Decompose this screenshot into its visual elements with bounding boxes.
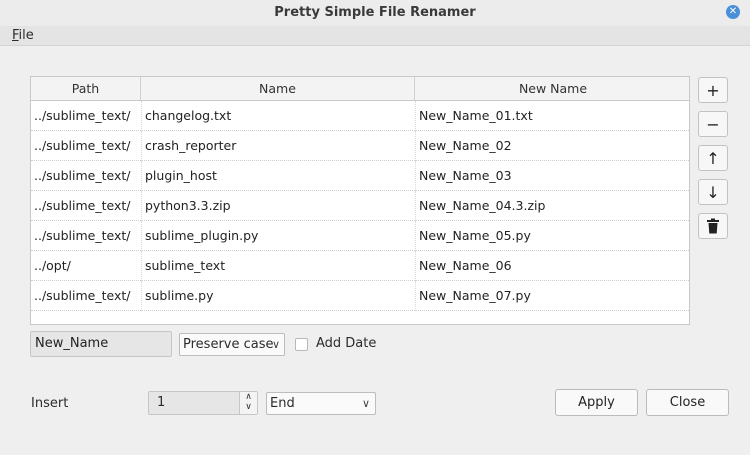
cell-path[interactable]: ../sublime_text/ (31, 101, 141, 131)
cell-path[interactable]: ../sublime_text/ (31, 221, 141, 251)
cell-name[interactable]: changelog.txt (141, 101, 415, 131)
add-date-label[interactable]: Add Date (316, 336, 376, 351)
chevron-down-icon: ∨ (361, 397, 370, 410)
insert-position-select[interactable]: End ∨ (266, 392, 376, 415)
chevron-up-icon[interactable]: ∧ (240, 392, 257, 402)
move-up-button[interactable]: ↑ (698, 145, 728, 171)
move-down-button[interactable]: ↓ (698, 179, 728, 205)
cell-new-name[interactable]: New_Name_05.py (415, 221, 689, 251)
insert-label: Insert (31, 396, 69, 411)
cell-name[interactable]: sublime.py (141, 281, 415, 311)
cell-path[interactable]: ../sublime_text/ (31, 281, 141, 311)
column-header-new-name[interactable]: New Name (415, 77, 689, 101)
cell-name[interactable]: sublime_plugin.py (141, 221, 415, 251)
title-bar: Pretty Simple File Renamer ✕ (0, 0, 750, 26)
remove-button[interactable]: − (698, 111, 728, 137)
table-row[interactable]: ../sublime_text/crash_reporter New_Name_0… (31, 131, 689, 161)
cell-new-name[interactable]: New_Name_04.3.zip (415, 191, 689, 221)
table-row[interactable]: ../sublime_text/changelog.txt New_Name_01… (31, 101, 689, 131)
cell-name[interactable]: sublime_text (141, 251, 415, 281)
insert-position-value: End (270, 396, 295, 411)
window-title: Pretty Simple File Renamer (274, 5, 476, 20)
cell-path[interactable]: ../sublime_text/ (31, 161, 141, 191)
cell-name[interactable]: plugin_host (141, 161, 415, 191)
add-date-checkbox[interactable] (295, 338, 308, 351)
table-row[interactable]: ../sublime_text/plugin_host New_Name_03 (31, 161, 689, 191)
apply-button[interactable]: Apply (555, 389, 638, 416)
plus-icon: + (706, 80, 720, 100)
trash-icon (707, 218, 719, 234)
cell-new-name[interactable]: New_Name_06 (415, 251, 689, 281)
table-row[interactable]: ../sublime_text/python3.3.zip New_Name_04… (31, 191, 689, 221)
case-select[interactable]: Preserve case ∨ (179, 333, 285, 356)
cell-path[interactable]: ../opt/ (31, 251, 141, 281)
spinbox-arrows[interactable]: ∧ ∨ (239, 392, 257, 414)
table-row[interactable]: ../sublime_text/sublime.py New_Name_07.py (31, 281, 689, 311)
add-button[interactable]: + (698, 77, 728, 103)
cell-name[interactable]: crash_reporter (141, 131, 415, 161)
cell-name[interactable]: python3.3.zip (141, 191, 415, 221)
menu-file[interactable]: File (12, 28, 34, 43)
minus-icon: − (706, 114, 720, 134)
case-select-value: Preserve case (183, 337, 274, 352)
chevron-down-icon: ∨ (271, 338, 280, 351)
cell-new-name[interactable]: New_Name_01.txt (415, 101, 689, 131)
column-header-name[interactable]: Name (141, 77, 415, 101)
cell-new-name[interactable]: New_Name_07.py (415, 281, 689, 311)
close-button[interactable]: Close (646, 389, 729, 416)
delete-button[interactable] (698, 213, 728, 239)
files-table[interactable]: Path Name New Name ../sublime_text/chang… (30, 76, 690, 325)
insert-spinbox[interactable]: 1 ∧ ∨ (148, 391, 258, 415)
table-row[interactable]: ../opt/sublime_text New_Name_06 (31, 251, 689, 281)
new-name-input[interactable]: New_Name (30, 331, 172, 357)
arrow-up-icon: ↑ (706, 148, 720, 168)
column-header-path[interactable]: Path (31, 77, 141, 101)
close-window-icon[interactable]: ✕ (726, 5, 740, 19)
menu-file-label: ile (18, 28, 34, 43)
cell-new-name[interactable]: New_Name_03 (415, 161, 689, 191)
insert-spinbox-value: 1 (157, 395, 166, 410)
cell-path[interactable]: ../sublime_text/ (31, 131, 141, 161)
cell-path[interactable]: ../sublime_text/ (31, 191, 141, 221)
arrow-down-icon: ↓ (706, 182, 720, 202)
table-row[interactable]: ../sublime_text/sublime_plugin.py New_Nam… (31, 221, 689, 251)
menu-bar: File (0, 26, 750, 46)
cell-new-name[interactable]: New_Name_02 (415, 131, 689, 161)
chevron-down-icon[interactable]: ∨ (240, 402, 257, 412)
table-header: Path Name New Name (31, 77, 689, 101)
